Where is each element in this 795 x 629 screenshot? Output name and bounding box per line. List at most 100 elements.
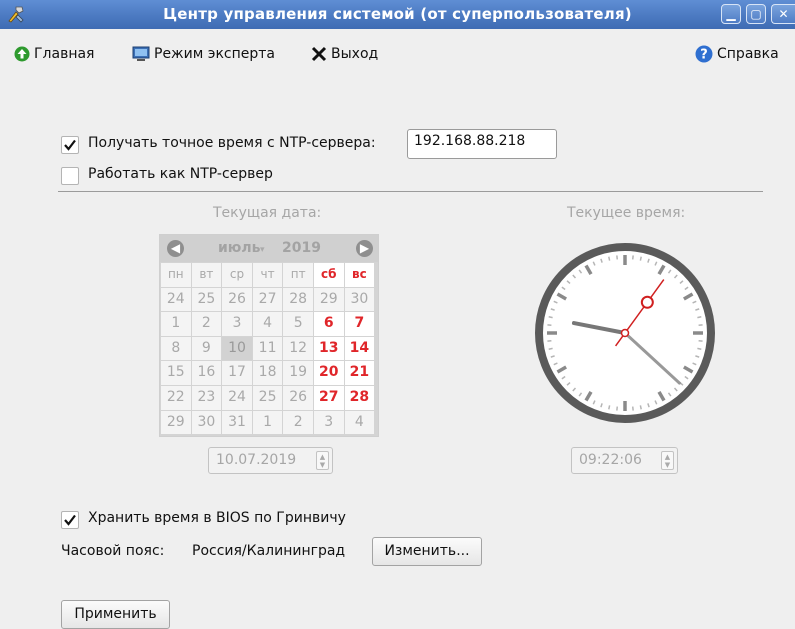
checkmark-icon	[63, 513, 77, 527]
ntp-sync-checkbox[interactable]	[61, 136, 79, 154]
calendar-day[interactable]: 22	[161, 386, 191, 410]
prev-month-button[interactable]: ◀	[167, 240, 184, 257]
current-date-label: Текущая дата:	[213, 205, 321, 221]
current-time-label: Текущее время:	[567, 205, 685, 221]
month-dropdown-icon: ▾	[260, 245, 265, 255]
ntp-server-checkbox[interactable]	[61, 167, 79, 185]
calendar-day[interactable]: 5	[283, 312, 313, 336]
clock-minute-tick	[697, 317, 701, 318]
arrow-left-icon: ◀	[171, 241, 180, 255]
calendar-day[interactable]: 1	[161, 312, 191, 336]
monitor-icon	[132, 46, 150, 63]
arrow-right-icon: ▶	[360, 241, 369, 255]
date-spinbox[interactable]: 10.07.2019 ▲▼	[208, 447, 333, 474]
calendar-day[interactable]: 21	[345, 361, 375, 385]
calendar-day[interactable]: 31	[222, 411, 252, 435]
calendar-year[interactable]: 2019	[282, 240, 321, 256]
title-bar: Центр управления системой (от суперпольз…	[0, 0, 795, 29]
bios-utc-checkbox[interactable]	[61, 511, 79, 529]
minimize-icon: ▁	[726, 7, 735, 21]
main-content: Получать точное время с NTP-сервера: 192…	[0, 95, 795, 625]
calendar-day[interactable]: 6	[314, 312, 344, 336]
calendar-day[interactable]: 16	[192, 361, 222, 385]
clock-minute-tick	[549, 317, 553, 318]
calendar-day[interactable]: 4	[253, 312, 283, 336]
calendar-day[interactable]: 4	[345, 411, 375, 435]
calendar-day[interactable]: 13	[314, 337, 344, 361]
calendar-weekday-header: пн	[161, 263, 191, 287]
second-hand-counterweight	[642, 297, 653, 308]
calendar-day[interactable]: 30	[345, 288, 375, 312]
calendar-day[interactable]: 26	[283, 386, 313, 410]
timezone-value: Россия/Калининград	[192, 543, 345, 559]
calendar-header: ◀ июль ▾ 2019 ▶	[160, 235, 378, 262]
calendar-day[interactable]: 28	[283, 288, 313, 312]
home-label: Главная	[34, 46, 94, 62]
calendar-day[interactable]: 29	[161, 411, 191, 435]
clock-minute-tick	[609, 405, 610, 409]
calendar-day[interactable]: 20	[314, 361, 344, 385]
bios-utc-label: Хранить время в BIOS по Гринвичу	[88, 510, 346, 526]
calendar-day[interactable]: 8	[161, 337, 191, 361]
home-button[interactable]: Главная	[14, 43, 94, 65]
minimize-button[interactable]: ▁	[721, 4, 741, 24]
calendar-day[interactable]: 26	[222, 288, 252, 312]
ntp-server-label: Работать как NTP-сервер	[88, 166, 273, 182]
maximize-icon: ▢	[750, 7, 761, 21]
calendar-day[interactable]: 28	[345, 386, 375, 410]
checkmark-icon	[63, 138, 77, 152]
maximize-button[interactable]: ▢	[746, 4, 766, 24]
expert-mode-button[interactable]: Режим эксперта	[132, 43, 275, 65]
calendar-day[interactable]: 18	[253, 361, 283, 385]
calendar-day[interactable]: 27	[253, 288, 283, 312]
exit-button[interactable]: Выход	[311, 43, 378, 65]
close-button[interactable]: ✕	[771, 4, 795, 24]
next-month-button[interactable]: ▶	[356, 240, 373, 257]
expert-mode-label: Режим эксперта	[154, 46, 275, 62]
calendar-day[interactable]: 29	[314, 288, 344, 312]
help-button[interactable]: ? Справка	[695, 43, 779, 65]
calendar-day[interactable]: 3	[314, 411, 344, 435]
time-spinbox[interactable]: 09:22:06 ▲▼	[571, 447, 678, 474]
help-label: Справка	[717, 46, 779, 62]
change-timezone-button[interactable]: Изменить...	[372, 537, 482, 566]
clock-minute-tick	[697, 348, 701, 349]
calendar-day[interactable]: 12	[283, 337, 313, 361]
calendar: ◀ июль ▾ 2019 ▶ пнвтсрчтптсбвс2425262728…	[159, 234, 379, 437]
calendar-day[interactable]: 25	[253, 386, 283, 410]
spin-arrows-icon[interactable]: ▲▼	[316, 451, 329, 470]
calendar-day[interactable]: 2	[283, 411, 313, 435]
time-value: 09:22:06	[579, 452, 642, 468]
calendar-day[interactable]: 11	[253, 337, 283, 361]
exit-x-icon	[311, 46, 327, 62]
calendar-day[interactable]: 10	[222, 337, 252, 361]
calendar-day[interactable]: 25	[192, 288, 222, 312]
calendar-month[interactable]: июль	[218, 240, 261, 256]
window-title: Центр управления системой (от суперпольз…	[0, 5, 795, 23]
calendar-day[interactable]: 3	[222, 312, 252, 336]
calendar-day[interactable]: 23	[192, 386, 222, 410]
calendar-day[interactable]: 30	[192, 411, 222, 435]
spin-arrows-icon[interactable]: ▲▼	[661, 451, 674, 470]
calendar-day[interactable]: 7	[345, 312, 375, 336]
calendar-day[interactable]: 2	[192, 312, 222, 336]
calendar-day[interactable]: 1	[253, 411, 283, 435]
calendar-weekday-header: вс	[345, 263, 375, 287]
exit-label: Выход	[331, 46, 378, 62]
calendar-day[interactable]: 17	[222, 361, 252, 385]
calendar-day[interactable]: 24	[222, 386, 252, 410]
clock-minute-tick	[640, 257, 641, 261]
toolbar: Главная Режим эксперта Выход ? Справка	[0, 43, 795, 67]
calendar-day[interactable]: 19	[283, 361, 313, 385]
analog-clock	[535, 243, 715, 423]
ntp-server-input[interactable]: 192.168.88.218	[407, 129, 557, 159]
calendar-day[interactable]: 14	[345, 337, 375, 361]
help-icon: ?	[695, 45, 713, 63]
calendar-day[interactable]: 24	[161, 288, 191, 312]
calendar-day[interactable]: 15	[161, 361, 191, 385]
clock-minute-tick	[549, 348, 553, 349]
calendar-day[interactable]: 27	[314, 386, 344, 410]
calendar-day[interactable]: 9	[192, 337, 222, 361]
svg-text:?: ?	[700, 48, 708, 63]
date-value: 10.07.2019	[216, 452, 296, 468]
